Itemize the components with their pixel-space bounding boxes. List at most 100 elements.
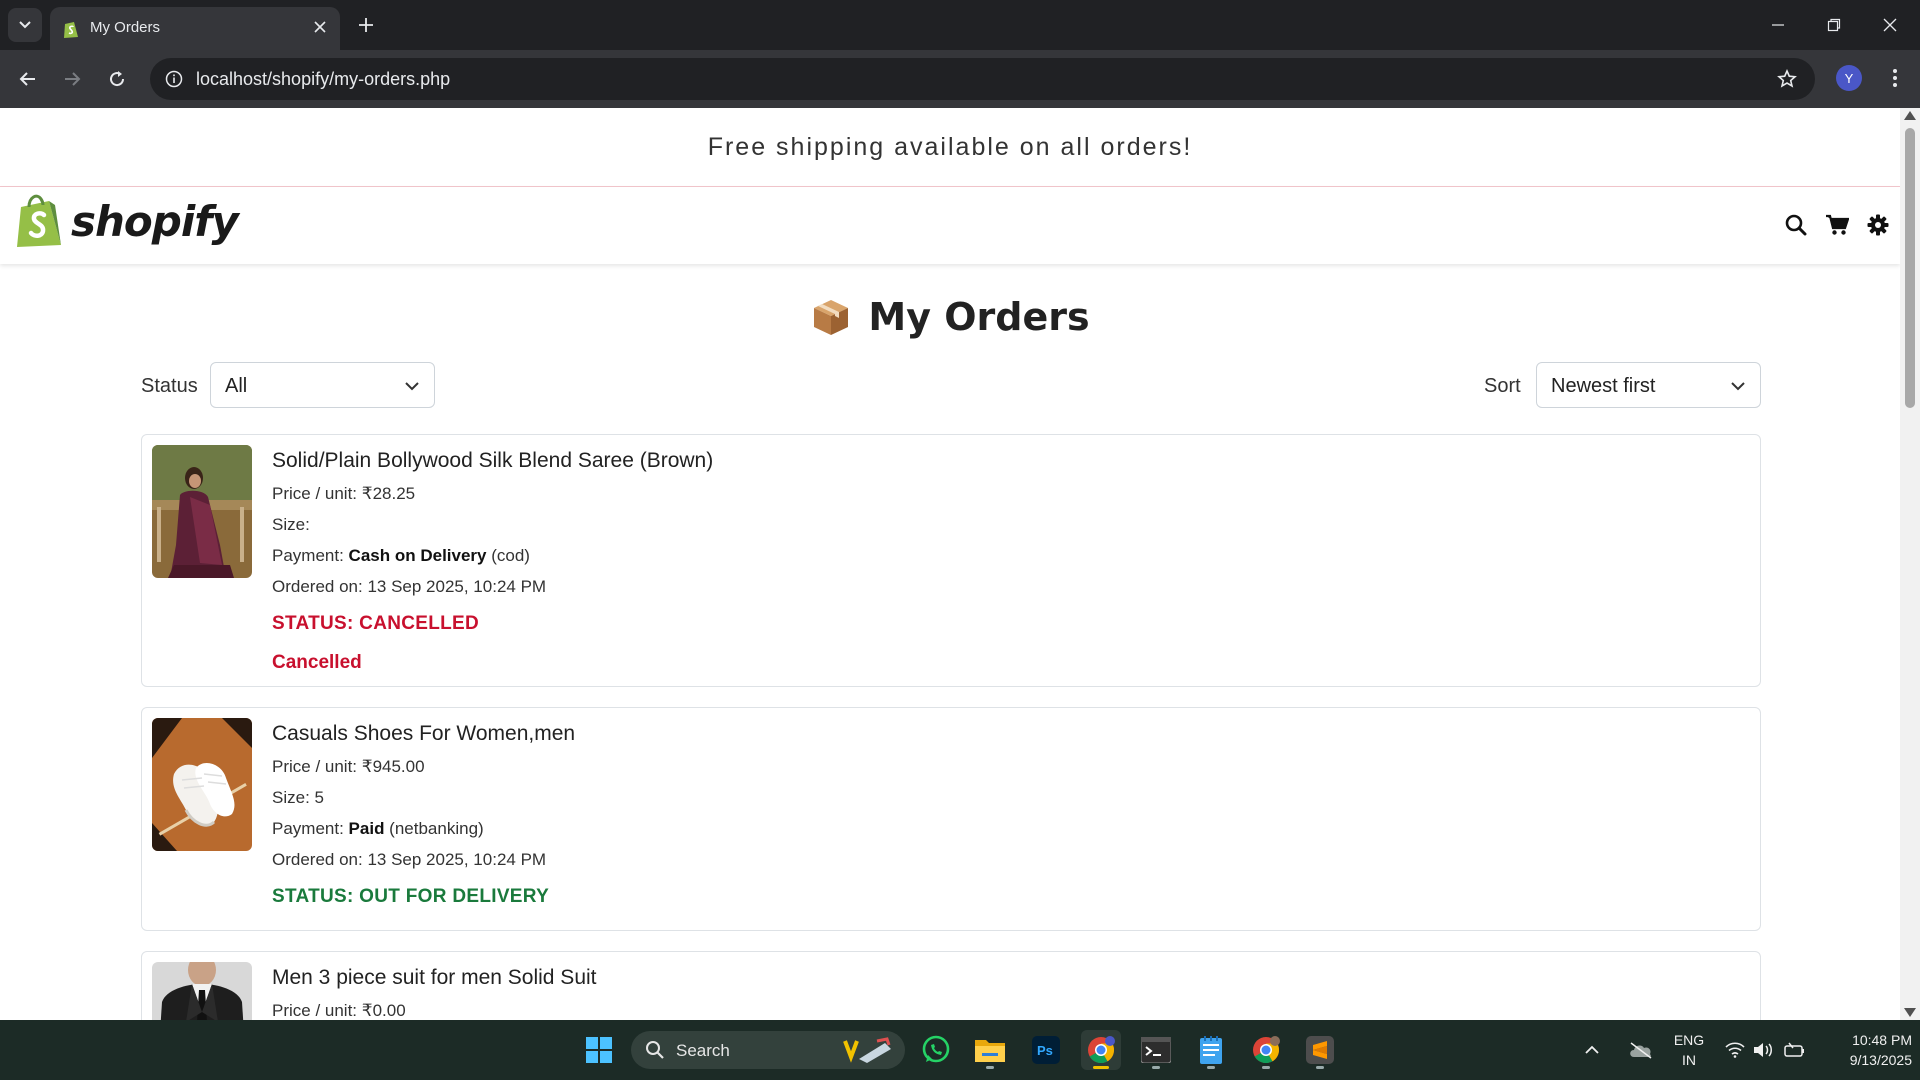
order-price: Price / unit: ₹945.00 [272, 757, 425, 776]
product-image-shoes[interactable] [152, 718, 252, 851]
app-running-indicator [1207, 1066, 1215, 1069]
payment-code: (cod) [486, 546, 530, 565]
scrollbar-thumb[interactable] [1905, 128, 1915, 408]
order-info: Men 3 piece suit for men Solid Suit Pric… [272, 966, 597, 1020]
tab-title: My Orders [90, 19, 161, 36]
reload-icon[interactable] [101, 63, 133, 95]
status-filter-label: Status [141, 375, 198, 397]
battery-icon[interactable] [1782, 1030, 1806, 1070]
order-product-title[interactable]: Solid/Plain Bollywood Silk Blend Saree (… [272, 449, 713, 481]
chevron-down-icon [1731, 382, 1745, 391]
order-payment: Payment: Paid (netbanking) [272, 816, 575, 847]
onedrive-off-icon[interactable] [1620, 1030, 1662, 1070]
order-date: Ordered on: 13 Sep 2025, 10:24 PM [272, 577, 547, 596]
chevron-down-icon [405, 382, 419, 391]
region-indicator[interactable]: IN [1668, 1052, 1710, 1068]
shopify-bag-icon [17, 194, 61, 247]
volume-icon[interactable] [1752, 1030, 1776, 1070]
product-image-saree[interactable] [152, 445, 252, 578]
scroll-up-arrow-icon[interactable] [1904, 111, 1916, 120]
app-running-indicator [986, 1066, 994, 1069]
windows-start-icon[interactable] [579, 1030, 619, 1070]
page-title: My Orders [0, 294, 1900, 340]
app-running-indicator [1152, 1066, 1160, 1069]
order-price: Price / unit: ₹28.25 [272, 484, 416, 503]
tab-search-button[interactable] [8, 8, 42, 42]
minimize-icon[interactable] [1750, 0, 1806, 50]
shopify-favicon-icon [64, 22, 78, 38]
order-payment: Payment: Cash on Delivery (cod) [272, 543, 713, 574]
browser-menu-icon[interactable] [1880, 63, 1910, 93]
terminal-icon[interactable] [1136, 1030, 1176, 1070]
language-indicator[interactable]: ENG [1668, 1032, 1710, 1048]
sort-select[interactable]: Newest first [1536, 362, 1761, 408]
clock-time[interactable]: 10:48 PM [1818, 1032, 1912, 1048]
tab-close-icon[interactable] [308, 15, 332, 39]
payment-code: (netbanking) [384, 819, 484, 838]
forward-arrow-icon[interactable] [56, 63, 88, 95]
new-tab-plus-icon[interactable] [352, 11, 380, 39]
product-image-suit[interactable] [152, 962, 252, 1020]
order-product-title[interactable]: Men 3 piece suit for men Solid Suit [272, 966, 597, 998]
announcement-bar: Free shipping available on all orders! [0, 108, 1900, 187]
sort-filter-label: Sort [1484, 375, 1521, 397]
profile-avatar[interactable]: Y [1836, 65, 1862, 91]
clock-date[interactable]: 9/13/2025 [1818, 1052, 1912, 1068]
search-icon[interactable] [1784, 213, 1808, 237]
file-explorer-icon[interactable] [970, 1030, 1010, 1070]
app-running-indicator [1262, 1066, 1270, 1069]
svg-text:Ps: Ps [1037, 1043, 1053, 1058]
order-info: Solid/Plain Bollywood Silk Blend Saree (… [272, 449, 713, 683]
back-arrow-icon[interactable] [12, 63, 44, 95]
url-text[interactable]: localhost/shopify/my-orders.php [196, 69, 450, 90]
order-product-title[interactable]: Casuals Shoes For Women,men [272, 722, 575, 754]
browser-toolbar: localhost/shopify/my-orders.php Y [0, 50, 1920, 108]
search-icon [646, 1041, 664, 1059]
order-date: Ordered on: 13 Sep 2025, 10:24 PM [272, 850, 547, 869]
order-size: Size: [272, 515, 310, 534]
taskbar-search[interactable]: Search [631, 1031, 905, 1069]
status-select[interactable]: All [210, 362, 435, 408]
site-info-icon[interactable] [162, 67, 186, 91]
order-cancelled-note: Cancelled [272, 652, 362, 673]
notepad-icon[interactable] [1191, 1030, 1231, 1070]
package-icon [814, 300, 849, 335]
windows-taskbar: Search Ps ENG IN 10:48 PM 9/13/2025 [0, 1020, 1920, 1080]
whatsapp-icon[interactable] [916, 1030, 956, 1070]
chrome-profile-icon[interactable] [1246, 1030, 1286, 1070]
cart-icon[interactable] [1825, 213, 1849, 237]
header-actions [1784, 213, 1890, 237]
payment-label: Payment: [272, 546, 349, 565]
app-running-indicator [1316, 1066, 1324, 1069]
photoshop-icon[interactable]: Ps [1026, 1030, 1066, 1070]
chrome-icon[interactable] [1081, 1030, 1121, 1070]
page-viewport: Free shipping available on all orders! s… [0, 108, 1900, 1020]
shopify-logo[interactable]: shopify [15, 193, 239, 249]
address-bar[interactable]: localhost/shopify/my-orders.php [150, 58, 1815, 100]
order-card: Men 3 piece suit for men Solid Suit Pric… [141, 951, 1761, 1020]
page-scrollbar[interactable] [1900, 108, 1920, 1020]
order-price: Price / unit: ₹0.00 [272, 1001, 406, 1020]
chevron-down-icon [19, 21, 31, 29]
order-filters: Status All Sort Newest first [0, 362, 1900, 410]
browser-tab-active[interactable]: My Orders [50, 7, 340, 50]
order-info: Casuals Shoes For Women,men Price / unit… [272, 722, 575, 916]
order-status: STATUS: CANCELLED [272, 613, 480, 634]
order-card: Solid/Plain Bollywood Silk Blend Saree (… [141, 434, 1761, 687]
chevron-up-icon[interactable] [1580, 1030, 1604, 1070]
page-heading: My Orders [868, 295, 1090, 339]
restore-icon[interactable] [1806, 0, 1862, 50]
gear-icon[interactable] [1866, 213, 1890, 237]
close-window-icon[interactable] [1862, 0, 1918, 50]
app-active-indicator [1093, 1066, 1109, 1069]
payment-method: Cash on Delivery [348, 546, 487, 565]
browser-tabstrip: My Orders [0, 0, 1920, 50]
sort-select-value: Newest first [1551, 375, 1656, 397]
order-status: STATUS: OUT FOR DELIVERY [272, 886, 550, 907]
bookmark-star-icon[interactable] [1775, 67, 1799, 91]
status-select-value: All [225, 375, 248, 397]
sublime-text-icon[interactable] [1300, 1030, 1340, 1070]
scroll-down-arrow-icon[interactable] [1904, 1008, 1916, 1017]
taskbar-search-placeholder: Search [676, 1041, 730, 1060]
wifi-icon[interactable] [1724, 1030, 1746, 1070]
